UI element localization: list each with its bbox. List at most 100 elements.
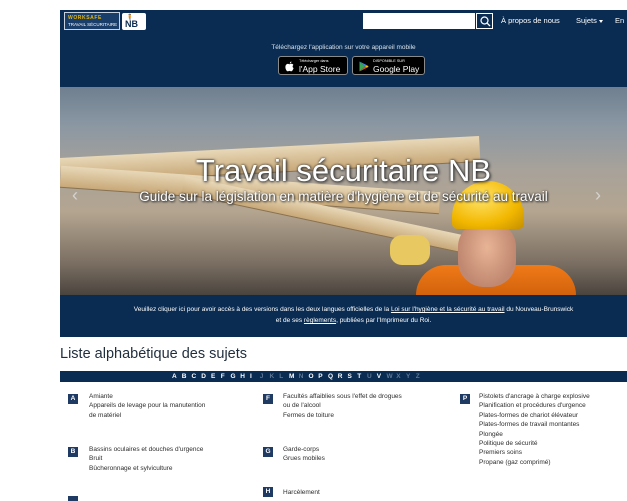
subject-link[interactable]: Grues mobiles [283,454,325,463]
subject-link[interactable]: Garde-corps [283,445,325,454]
az-heading: Liste alphabétique des sujets [60,346,248,362]
letter-filter-k: K [269,373,275,380]
logo-wordmark: WORKSAFE TRAVAIL SÉCURITAIRE [64,12,120,30]
notice-line1-b: du Nouveau-Brunswick [504,306,574,313]
group-h-items: Harcèlement [283,488,320,497]
subject-link[interactable]: Harcèlement [283,488,320,497]
carousel-prev-icon[interactable]: ‹ [72,185,78,206]
subject-link[interactable]: Appareils de levage pour la manutention [89,401,205,410]
subject-link[interactable]: Bûcheronnage et sylviculture [89,464,203,473]
letter-filter-s[interactable]: S [348,373,352,380]
subject-link[interactable]: de matériel [89,411,205,420]
logo-badge-text: NB [125,19,138,29]
letter-filter-q[interactable]: Q [328,373,333,380]
nav-language-link[interactable]: En [615,16,624,25]
letter-filter-t[interactable]: T [357,373,361,380]
letter-filter-f[interactable]: F [221,373,225,380]
letter-badge-p: P [460,394,470,404]
letter-filter-e[interactable]: E [211,373,215,380]
letter-badge-a: A [68,394,78,404]
subject-link[interactable]: Politique de sécurité [479,439,590,448]
google-play-label: Google Play [373,64,420,74]
subject-link[interactable]: Premiers soins [479,448,590,457]
group-f-items: Facultés affaiblies sous l'effet de drog… [283,392,402,420]
letter-filter-c[interactable]: C [192,373,197,380]
letter-badge-f: F [263,394,273,404]
regulations-link[interactable]: règlements [304,317,336,324]
app-banner-text: Téléchargez l'application sur votre appa… [271,44,416,51]
letter-filter-b[interactable]: B [182,373,187,380]
letter-filter-z: Z [415,373,420,380]
apple-icon [285,61,294,72]
subject-link[interactable]: Bassins oculaires et douches d'urgence [89,445,203,454]
letter-filter-l: L [279,373,284,380]
letter-filter-w: W [386,373,393,380]
nav-subjects-dropdown[interactable]: Sujets [576,16,603,25]
letter-filter-g[interactable]: G [231,373,236,380]
letter-filter-a[interactable]: A [172,373,177,380]
act-link[interactable]: Loi sur l'hygiène et la sécurité au trav… [391,306,505,313]
group-g-items: Garde-corps Grues mobiles [283,445,325,464]
subject-link[interactable]: Plongée [479,430,590,439]
subject-link[interactable]: Bruit [89,454,203,463]
subject-link[interactable]: Plates-formes de travail montantes [479,420,590,429]
app-store-label: l'App Store [299,64,341,74]
subject-link[interactable]: Propane (gaz comprimé) [479,458,590,467]
alphabet-filter-bar: ABCDEFGHIJKLMNOPQRSTUVWXYZ [60,371,627,382]
logo-nb-badge: 🧍 NB [122,13,146,30]
group-a-items: Amiante Appareils de levage pour la manu… [89,392,205,420]
nav-about-link[interactable]: À propos de nous [501,16,560,25]
app-store-small-text: Télécharger dans [299,59,329,63]
hero-banner: Travail sécuritaire NB Guide sur la légi… [60,87,627,295]
letter-filter-r[interactable]: R [338,373,343,380]
notice-line2-a: et de ses [275,317,304,324]
letter-filter-m[interactable]: M [289,373,294,380]
logo-line-1: WORKSAFE [68,15,102,21]
chevron-down-icon [598,19,603,23]
letter-filter-p[interactable]: P [318,373,322,380]
letter-filter-y: Y [406,373,411,380]
logo-line-2: TRAVAIL SÉCURITAIRE [68,22,118,27]
group-b-items: Bassins oculaires et douches d'urgence B… [89,445,203,473]
letter-filter-j: J [259,373,264,380]
subject-link[interactable]: Fermes de toiture [283,411,402,420]
search-button[interactable] [476,13,493,29]
site-logo[interactable]: WORKSAFE TRAVAIL SÉCURITAIRE 🧍 NB [64,12,146,30]
hero-worker-face [458,221,516,287]
nav-subjects-label: Sujets [576,16,597,25]
notice-line2-b: , publiées par l'Imprimeur du Roi. [336,317,432,324]
letter-filter-d[interactable]: D [201,373,206,380]
subject-link[interactable]: Pistolets d'ancrage à charge explosive [479,392,590,401]
letter-badge-partial [68,496,78,501]
app-store-button[interactable]: Télécharger dans l'App Store [278,56,348,75]
letter-filter-v[interactable]: V [377,373,381,380]
subject-link[interactable]: Facultés affaiblies sous l'effet de drog… [283,392,402,401]
mobile-app-banner: Téléchargez l'application sur votre appa… [60,32,627,87]
letter-badge-b: B [68,447,78,457]
legislation-notice: Veuillez cliquer ici pour avoir accès à … [60,295,627,337]
letter-filter-h[interactable]: H [240,373,245,380]
google-play-button[interactable]: DISPONIBLE SUR Google Play [352,56,425,75]
letter-badge-h: H [263,487,273,497]
subject-link[interactable]: Amiante [89,392,205,401]
notice-text: Veuillez cliquer ici pour avoir accès à … [70,304,627,326]
search-input[interactable] [363,13,475,29]
group-p-items: Pistolets d'ancrage à charge explosive P… [479,392,590,467]
letter-badge-g: G [263,447,273,457]
letter-filter-u: U [367,373,372,380]
google-play-small-text: DISPONIBLE SUR [373,59,405,63]
google-play-icon [359,61,369,72]
letter-filter-x: X [396,373,401,380]
search-icon [480,16,491,27]
hero-title: Travail sécuritaire NB [195,153,492,188]
carousel-next-icon[interactable]: › [595,185,601,206]
subject-link[interactable]: Planification et procédures d'urgence [479,401,590,410]
notice-line1-a: Veuillez cliquer ici pour avoir accès à … [133,306,391,313]
letter-filter-o[interactable]: O [309,373,314,380]
subject-link[interactable]: Plates-formes de chariot élévateur [479,411,590,420]
top-navigation-bar: WORKSAFE TRAVAIL SÉCURITAIRE 🧍 NB À prop… [60,10,627,32]
letter-filter-i[interactable]: I [250,373,252,380]
hero-subtitle: Guide sur la législation en matière d'hy… [139,189,548,204]
subject-link[interactable]: ou de l'alcool [283,401,402,410]
letter-filter-n: N [298,373,304,380]
